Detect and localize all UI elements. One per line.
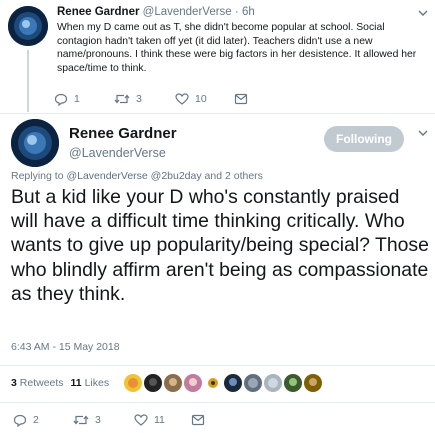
chevron-down-icon[interactable] — [417, 8, 429, 18]
replying-to-label: Replying to — [11, 170, 64, 182]
reply-icon — [54, 93, 68, 106]
tweet-header: Renee Gardner @LavenderVerse · 6h — [57, 6, 255, 18]
author-name[interactable]: Renee Gardner — [69, 125, 177, 142]
heart-icon — [134, 414, 148, 426]
dm-button[interactable] — [234, 93, 248, 105]
liker-avatar[interactable] — [224, 374, 242, 392]
reply-count: 1 — [74, 93, 80, 105]
reply-mentions[interactable]: @LavenderVerse @2bu2day — [66, 170, 201, 182]
liker-avatar[interactable] — [264, 374, 282, 392]
liker-avatars — [124, 374, 322, 394]
author-handle[interactable]: @LavenderVerse — [143, 6, 232, 18]
author-handle[interactable]: @LavenderVerse — [69, 146, 166, 160]
likes-label: Likes — [84, 377, 110, 389]
liker-avatar[interactable] — [204, 374, 222, 392]
tweet-actions: 2 3 11 — [13, 413, 205, 427]
reply-button[interactable]: 2 — [13, 414, 73, 427]
likes-stat[interactable]: 11 Likes — [71, 377, 110, 389]
like-count: 11 — [154, 414, 165, 426]
envelope-icon — [234, 93, 248, 105]
heart-icon — [175, 93, 189, 105]
parent-tweet[interactable]: Renee Gardner @LavenderVerse · 6h When m… — [0, 0, 435, 113]
tweet-actions: 1 3 10 — [54, 92, 248, 106]
reply-others[interactable]: and 2 others — [205, 170, 263, 182]
retweet-button[interactable]: 3 — [73, 414, 134, 426]
tweet-text: When my D came out as T, she didn't beco… — [57, 22, 417, 74]
divider — [0, 365, 435, 366]
envelope-icon — [191, 414, 205, 426]
liker-avatar[interactable] — [124, 374, 142, 392]
liker-avatar[interactable] — [144, 374, 162, 392]
retweets-stat[interactable]: 3 Retweets — [11, 377, 64, 389]
tweet-stats: 3 Retweets 11 Likes — [11, 377, 109, 389]
retweet-count: 3 — [95, 414, 101, 426]
author-name[interactable]: Renee Gardner — [57, 6, 139, 18]
divider — [0, 402, 435, 403]
tweet-text: But a kid like your D who's constantly p… — [11, 186, 429, 305]
chevron-down-icon[interactable] — [417, 128, 429, 138]
liker-avatar[interactable] — [304, 374, 322, 392]
retweet-icon — [114, 94, 130, 104]
tweet-timestamp[interactable]: 6:43 AM - 15 May 2018 — [11, 341, 120, 353]
like-button[interactable]: 10 — [175, 93, 234, 105]
separator-dot: · — [234, 6, 239, 18]
liker-avatar[interactable] — [244, 374, 262, 392]
like-count: 10 — [195, 93, 207, 105]
replying-to: Replying to @LavenderVerse @2bu2day and … — [11, 170, 263, 182]
retweet-icon — [73, 415, 89, 425]
tweet-time[interactable]: 6h — [242, 6, 255, 18]
retweet-button[interactable]: 3 — [114, 93, 175, 105]
thread-line — [27, 50, 29, 112]
following-button[interactable]: Following — [324, 126, 404, 152]
like-button[interactable]: 11 — [134, 414, 191, 426]
reply-icon — [13, 414, 27, 427]
like-total: 11 — [70, 377, 82, 389]
retweet-total: 3 — [11, 377, 17, 389]
dm-button[interactable] — [191, 414, 205, 426]
reply-count: 2 — [33, 414, 39, 426]
avatar[interactable] — [8, 6, 48, 46]
divider — [0, 113, 435, 114]
retweets-label: Retweets — [19, 377, 64, 389]
liker-avatar[interactable] — [184, 374, 202, 392]
retweet-count: 3 — [136, 93, 142, 105]
liker-avatar[interactable] — [164, 374, 182, 392]
reply-button[interactable]: 1 — [54, 93, 114, 106]
liker-avatar[interactable] — [284, 374, 302, 392]
avatar[interactable] — [11, 119, 59, 167]
